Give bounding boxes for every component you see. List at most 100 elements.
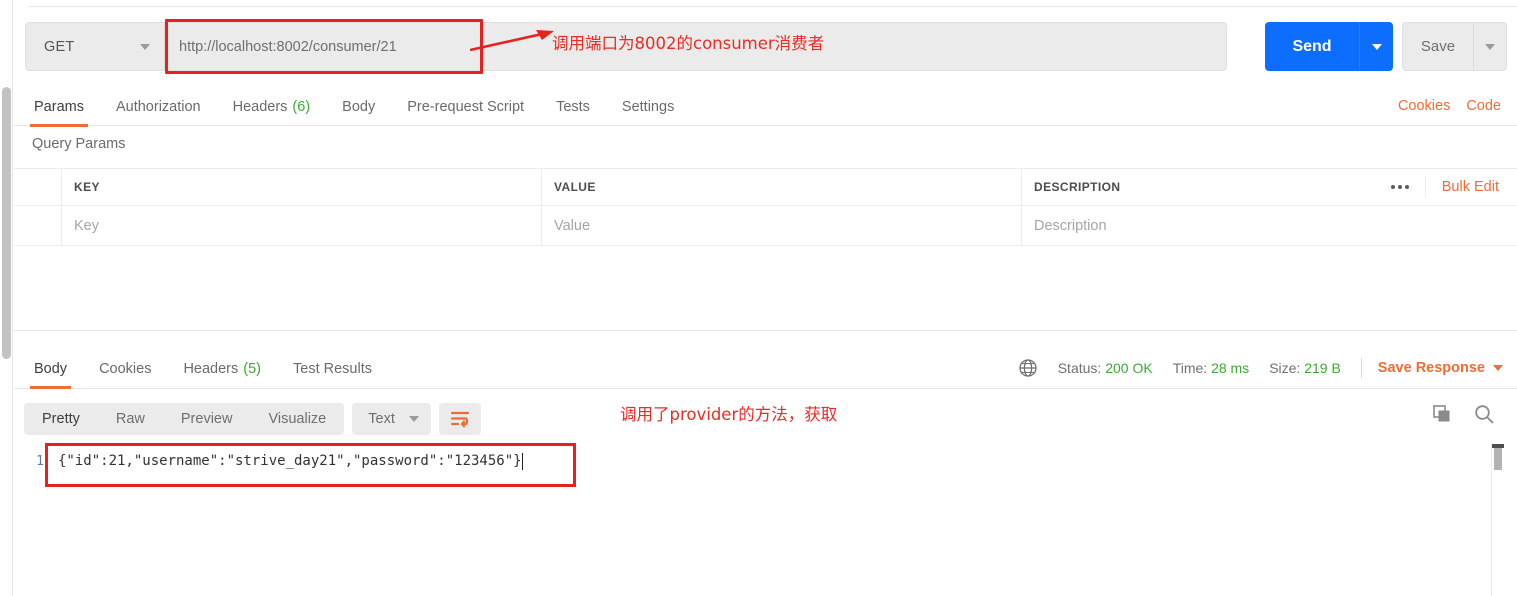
response-tab-test-results[interactable]: Test Results [277,350,388,388]
response-json-text: {"id":21,"username":"strive_day21","pass… [58,453,522,469]
request-response-divider [14,330,1517,331]
tab-settings[interactable]: Settings [606,88,690,126]
response-view-switch: Pretty Raw Preview Visualize [24,403,345,435]
chevron-down-icon [1485,43,1495,50]
tab-pre-request-script[interactable]: Pre-request Script [391,88,540,126]
http-method-dropdown[interactable]: GET [26,23,165,70]
search-button[interactable] [1473,403,1495,430]
meta-divider [1360,358,1362,378]
chevron-down-icon [1493,365,1503,371]
response-format-dropdown[interactable]: Text [352,403,431,435]
description-input-placeholder: Description [1034,217,1107,234]
key-input-placeholder: Key [74,217,99,234]
column-header-description: DESCRIPTION Bulk Edit [1022,169,1517,205]
response-scrollbar-thumb[interactable] [1494,448,1502,470]
tab-label: Pre-request Script [407,99,525,115]
tab-body[interactable]: Body [326,88,391,126]
status-value: 200 OK [1105,360,1153,376]
row-checkbox-cell[interactable] [14,206,62,245]
copy-button[interactable] [1431,403,1453,430]
view-pretty[interactable]: Pretty [24,403,98,435]
column-header-description-label: DESCRIPTION [1034,180,1121,194]
table-header-row: KEY VALUE DESCRIPTION Bulk Edit [14,169,1517,206]
table-actions: Bulk Edit [1375,169,1509,205]
tab-label: Body [34,361,68,377]
save-response-label: Save Response [1377,360,1485,376]
view-label: Raw [115,411,145,427]
tab-label: Test Results [293,361,372,377]
tab-label: Headers [232,99,288,115]
view-preview[interactable]: Preview [163,403,251,435]
send-button[interactable]: Send [1265,22,1393,71]
query-params-title: Query Params [32,136,126,152]
tab-label: Cookies [99,361,152,377]
globe-icon[interactable] [1018,358,1038,378]
http-method-label: GET [44,38,75,55]
chevron-down-icon [140,43,150,50]
response-body-viewer[interactable]: 1 {"id":21,"username":"strive_day21","pa… [14,443,1517,596]
tab-label: Settings [621,99,675,115]
code-link[interactable]: Code [1466,98,1501,114]
wrap-lines-icon [450,411,469,428]
query-params-table: KEY VALUE DESCRIPTION Bulk Edit Key Valu… [14,168,1517,246]
code-line: 1 {"id":21,"username":"strive_day21","pa… [14,443,1517,479]
view-label: Pretty [42,411,80,427]
sidebar-scrollbar-track[interactable] [0,40,12,359]
size-label: Size: [1269,360,1301,376]
tab-params[interactable]: Params [18,88,100,127]
search-icon [1475,405,1494,424]
size-value: 219 B [1304,360,1341,376]
description-input[interactable]: Description [1022,206,1517,245]
tab-authorization[interactable]: Authorization [100,88,217,126]
column-header-key-label: KEY [74,180,100,194]
view-label: Preview [180,411,233,427]
response-tab-headers[interactable]: Headers (5) [167,350,277,388]
annotation-arrow-url [470,30,554,52]
tab-count: (5) [243,361,261,377]
annotation-url-note: 调用端口为8002的consumer消费者 [552,34,825,53]
sidebar-scrollbar-thumb[interactable] [2,87,11,359]
response-meta: Status: 200 OK Time: 28 ms Size: 219 B S… [1018,358,1503,378]
table-row: Key Value Description [14,206,1517,246]
save-button-label: Save [1420,38,1456,55]
response-tab-cookies[interactable]: Cookies [83,350,167,388]
column-header-value-label: VALUE [554,180,596,194]
tab-tests[interactable]: Tests [540,88,606,126]
column-header-value: VALUE [542,169,1022,205]
tab-label: Params [34,99,84,115]
tab-label: Tests [556,99,590,115]
response-tab-body[interactable]: Body [18,350,83,389]
view-visualize[interactable]: Visualize [250,403,344,435]
request-tabbar-actions: Cookies Code [1398,98,1501,114]
more-options-icon[interactable] [1375,176,1426,198]
save-options-button[interactable] [1473,23,1506,70]
view-raw[interactable]: Raw [98,403,163,435]
select-all-cell[interactable] [14,169,62,205]
response-tabbar-divider [14,388,1517,389]
chevron-down-icon [1371,43,1382,50]
postman-window: GET http://localhost:8002/consumer/21 调用… [0,0,1517,596]
cookies-link[interactable]: Cookies [1398,98,1450,114]
wrap-lines-button[interactable] [438,403,481,435]
send-options-button[interactable] [1359,22,1393,71]
tab-headers[interactable]: Headers (6) [217,88,327,126]
column-header-key: KEY [62,169,542,205]
time-value: 28 ms [1211,360,1250,376]
url-text: http://localhost:8002/consumer/21 [179,38,397,55]
value-input[interactable]: Value [542,206,1022,245]
request-tab-bar: Params Authorization Headers (6) Body Pr… [14,88,1517,127]
tab-count: (6) [292,99,311,115]
key-input[interactable]: Key [62,206,542,245]
status-label: Status: [1057,360,1102,376]
tab-label: Headers [183,361,239,377]
annotation-body-note: 调用了provider的方法，获取 [620,405,838,424]
save-response-button[interactable]: Save Response [1378,360,1503,376]
save-button[interactable]: Save [1402,22,1507,71]
text-cursor [521,452,523,470]
value-input-placeholder: Value [554,217,591,234]
bulk-edit-link[interactable]: Bulk Edit [1426,179,1509,195]
line-number: 1 [36,453,44,469]
tab-label: Authorization [115,99,201,115]
tab-label: Body [342,99,376,115]
size-metric: Size: 219 B [1269,360,1341,376]
